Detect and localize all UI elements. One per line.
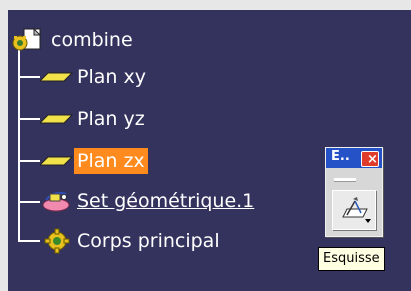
tree-item-label: Set géométrique.1 <box>77 190 255 212</box>
tree-root[interactable]: combine <box>8 26 136 54</box>
plane-icon <box>40 114 74 124</box>
tree-item-label: Plan zx <box>74 148 148 174</box>
tree-branch-line <box>18 201 40 203</box>
window-frame-top <box>0 0 411 10</box>
tree-branch-line <box>18 160 40 162</box>
tree-item-geometrical-set[interactable]: Set géométrique.1 <box>40 187 257 215</box>
geometrical-set-icon <box>42 191 70 212</box>
tree-item-plan-zx[interactable]: Plan zx <box>40 147 148 175</box>
tree-item-label: Plan yz <box>77 108 145 130</box>
tree-branch-line <box>18 76 40 78</box>
tree-item-label: Plan xy <box>77 66 146 88</box>
toolbar-title-bar[interactable]: E.. × <box>326 148 382 168</box>
tree-root-label: combine <box>51 29 133 51</box>
sketcher-toolbar[interactable]: E.. × <box>325 147 383 237</box>
toolbar-grip[interactable] <box>334 178 356 182</box>
tree-item-part-body[interactable]: Corps principal <box>40 227 223 255</box>
tree-item-label: Corps principal <box>77 230 220 252</box>
sketch-button[interactable] <box>332 190 376 230</box>
part-document-icon <box>12 27 42 51</box>
tree-trunk-line <box>18 50 20 240</box>
specification-tree-canvas: combine Plan xy Plan yz Plan zx Set géom… <box>0 0 411 291</box>
window-frame-left <box>0 0 8 291</box>
tree-branch-line <box>18 118 40 120</box>
toolbar-close-button[interactable]: × <box>361 151 379 167</box>
close-icon: × <box>367 152 378 167</box>
tooltip-text: Esquisse <box>323 251 380 266</box>
plane-icon <box>40 72 74 82</box>
tree-branch-line <box>18 240 40 242</box>
tree-item-plan-yz[interactable]: Plan yz <box>40 105 148 133</box>
part-body-icon <box>44 228 70 254</box>
plane-icon <box>40 156 74 166</box>
tree-item-plan-xy[interactable]: Plan xy <box>40 63 149 91</box>
toolbar-title: E.. <box>331 149 350 164</box>
tooltip: Esquisse <box>318 247 385 271</box>
sketch-icon <box>342 197 371 223</box>
